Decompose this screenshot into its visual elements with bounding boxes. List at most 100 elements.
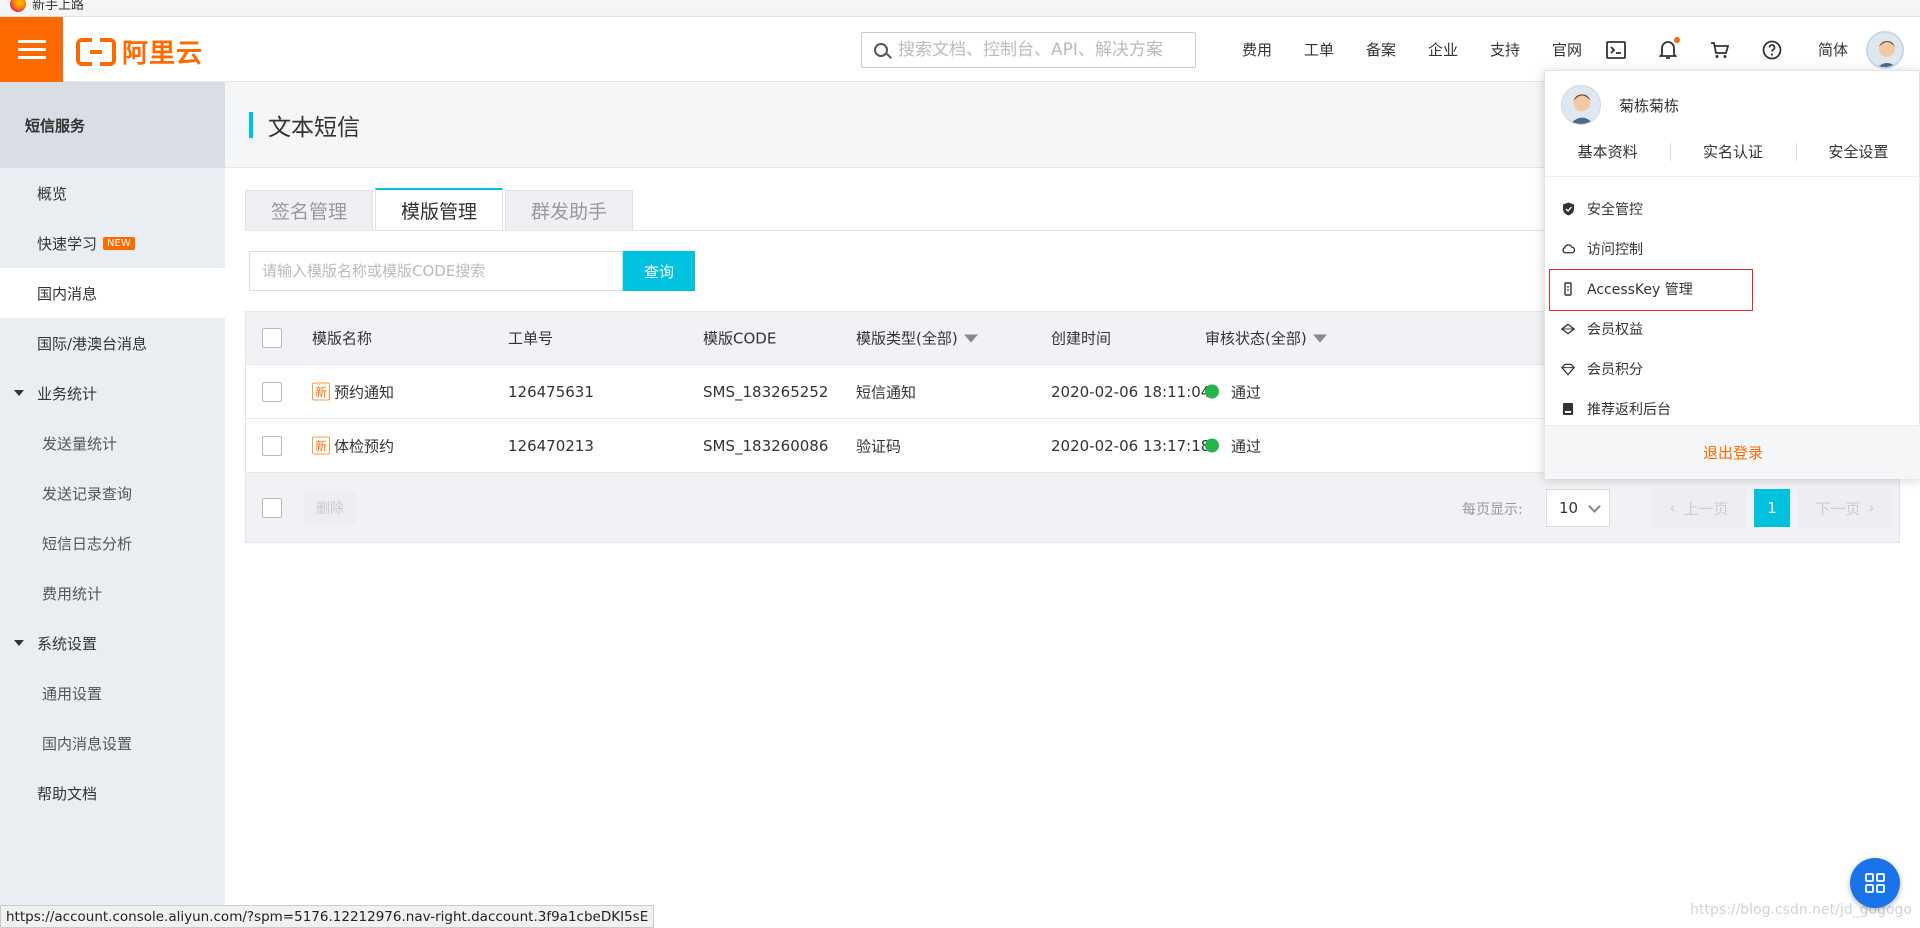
menu-item-label: 会员权益 [1587,322,1643,338]
sidebar-item-domestic-settings[interactable]: 国内消息设置 [0,718,225,768]
new-tag: 新 [312,436,330,455]
filter-icon[interactable] [1312,334,1327,342]
created-time: 2020-02-06 13:17:18 [1051,436,1211,455]
dropdown-avatar [1561,85,1601,125]
sidebar-group-settings[interactable]: 系统设置 [0,618,225,668]
checkbox[interactable] [262,381,282,402]
sidebar-item-send-records[interactable]: 发送记录查询 [0,468,225,518]
top-nav-links: 费用 工单 备案 企业 支持 官网 [1226,17,1598,82]
search-icon [874,43,888,57]
language-switch[interactable]: 简体 [1798,39,1868,60]
search-input[interactable] [898,40,1188,60]
aliyun-logo[interactable]: 阿里云 [76,33,203,70]
menu-item-accesskey[interactable]: AccessKey 管理 [1545,269,1920,311]
sidebar-item-log-analysis[interactable]: 短信日志分析 [0,518,225,568]
sidebar-item-overview[interactable]: 概览 [0,168,225,218]
nav-fee[interactable]: 费用 [1226,39,1288,60]
nav-website[interactable]: 官网 [1536,39,1598,60]
tab-signature[interactable]: 签名管理 [245,190,374,230]
page-title: 文本短信 [268,114,360,141]
nav-enterprise[interactable]: 企业 [1412,39,1474,60]
prev-page-button[interactable]: ‹ 上一页 [1652,489,1746,527]
notification-dot [1674,37,1680,43]
delete-button[interactable]: 删除 [304,492,356,524]
query-button[interactable]: 查询 [623,251,695,291]
sidebar-item-label: 发送记录查询 [42,484,133,503]
col-template-type[interactable]: 模版类型(全部) [856,328,978,349]
status-bar-url: https://account.console.aliyun.com/?spm=… [0,905,655,928]
menu-item-label: 访问控制 [1587,242,1643,258]
cloud-icon [1561,242,1575,256]
menu-item-label: AccessKey 管理 [1587,282,1693,298]
caret-down-icon [14,640,24,646]
tabs: 签名管理 模版管理 群发助手 [245,188,635,230]
checkbox[interactable] [262,328,282,348]
menu-item-member-points[interactable]: 会员积分 [1545,349,1920,389]
sidebar-item-label: 费用统计 [42,584,103,603]
page-number-current[interactable]: 1 [1754,489,1790,527]
nav-filing[interactable]: 备案 [1350,39,1412,60]
sidebar-item-label: 业务统计 [37,384,98,403]
user-avatar[interactable] [1866,31,1904,69]
sidebar-group-statistics[interactable]: 业务统计 [0,368,225,418]
menu-item-security-control[interactable]: 安全管控 [1545,189,1920,229]
nav-ticket[interactable]: 工单 [1288,39,1350,60]
template-search-input[interactable] [249,251,623,291]
tab-bulk-send[interactable]: 群发助手 [505,190,634,230]
aliyun-logo-icon [76,36,116,67]
row-checkbox[interactable] [262,381,282,402]
menu-item-member-benefits[interactable]: 会员权益 [1545,309,1920,349]
dropdown-divider [1545,176,1920,177]
caret-down-icon [14,390,24,396]
link-real-name-auth[interactable]: 实名认证 [1670,141,1795,162]
order-number: 126470213 [508,436,594,455]
next-page-button[interactable]: 下一页 › [1798,489,1892,527]
sidebar-item-domestic[interactable]: 国内消息 [0,268,225,318]
filter-icon[interactable] [963,334,978,342]
floating-apps-button[interactable] [1850,858,1900,908]
tab-template[interactable]: 模版管理 [375,188,504,230]
new-tag: 新 [312,382,330,401]
title-accent-bar [249,111,253,138]
bookmark-label: 新手上路 [32,0,85,13]
global-search [861,32,1196,68]
template-code: SMS_183265252 [703,382,829,401]
nav-support[interactable]: 支持 [1474,39,1536,60]
sidebar-item-help-docs[interactable]: 帮助文档 [0,768,225,818]
order-number: 126475631 [508,382,594,401]
key-icon [1561,282,1575,296]
template-name: 体检预约 [334,437,395,455]
hamburger-menu-button[interactable] [0,17,63,82]
sidebar-item-cost-stats[interactable]: 费用统计 [0,568,225,618]
sidebar-item-quick-learn[interactable]: 快速学习 NEW [0,218,225,268]
link-basic-profile[interactable]: 基本资料 [1545,141,1670,162]
col-review-status-label: 审核状态(全部) [1205,329,1307,348]
chevron-left-icon: ‹ [1669,499,1676,517]
menu-item-access-control[interactable]: 访问控制 [1545,229,1920,269]
row-checkbox[interactable] [262,435,282,456]
menu-item-referral[interactable]: 推荐返利后台 [1545,389,1920,429]
footer-select-all[interactable] [262,497,282,518]
menu-line [17,48,46,51]
checkbox[interactable] [262,435,282,456]
sidebar-item-international[interactable]: 国际/港澳台消息 [0,318,225,368]
col-template-code: 模版CODE [703,329,777,348]
col-review-status[interactable]: 审核状态(全部) [1205,328,1327,349]
sidebar-item-general-settings[interactable]: 通用设置 [0,668,225,718]
sidebar-item-label: 短信日志分析 [42,534,133,553]
sidebar-item-send-volume[interactable]: 发送量统计 [0,418,225,468]
sidebar-item-label: 国内消息设置 [42,734,133,753]
book-icon [1561,402,1575,416]
logout-button[interactable]: 退出登录 [1545,425,1920,479]
bookmark-item[interactable]: 新手上路 [10,0,84,13]
menu-item-label: 安全管控 [1587,202,1643,218]
bookmarks-bar: 新手上路 [0,0,1920,17]
per-page-select[interactable]: 10 [1546,489,1610,527]
link-security-settings[interactable]: 安全设置 [1795,141,1920,162]
sidebar-item-label: 通用设置 [42,684,103,703]
sidebar: 短信服务 概览 快速学习 NEW 国内消息 国际/港澳台消息 业务统计 发送量统计… [0,82,225,928]
checkbox[interactable] [262,497,282,518]
menu-item-label: 推荐返利后台 [1587,402,1671,418]
select-all-checkbox[interactable] [262,328,282,348]
sidebar-item-label: 国际/港澳台消息 [37,334,148,353]
